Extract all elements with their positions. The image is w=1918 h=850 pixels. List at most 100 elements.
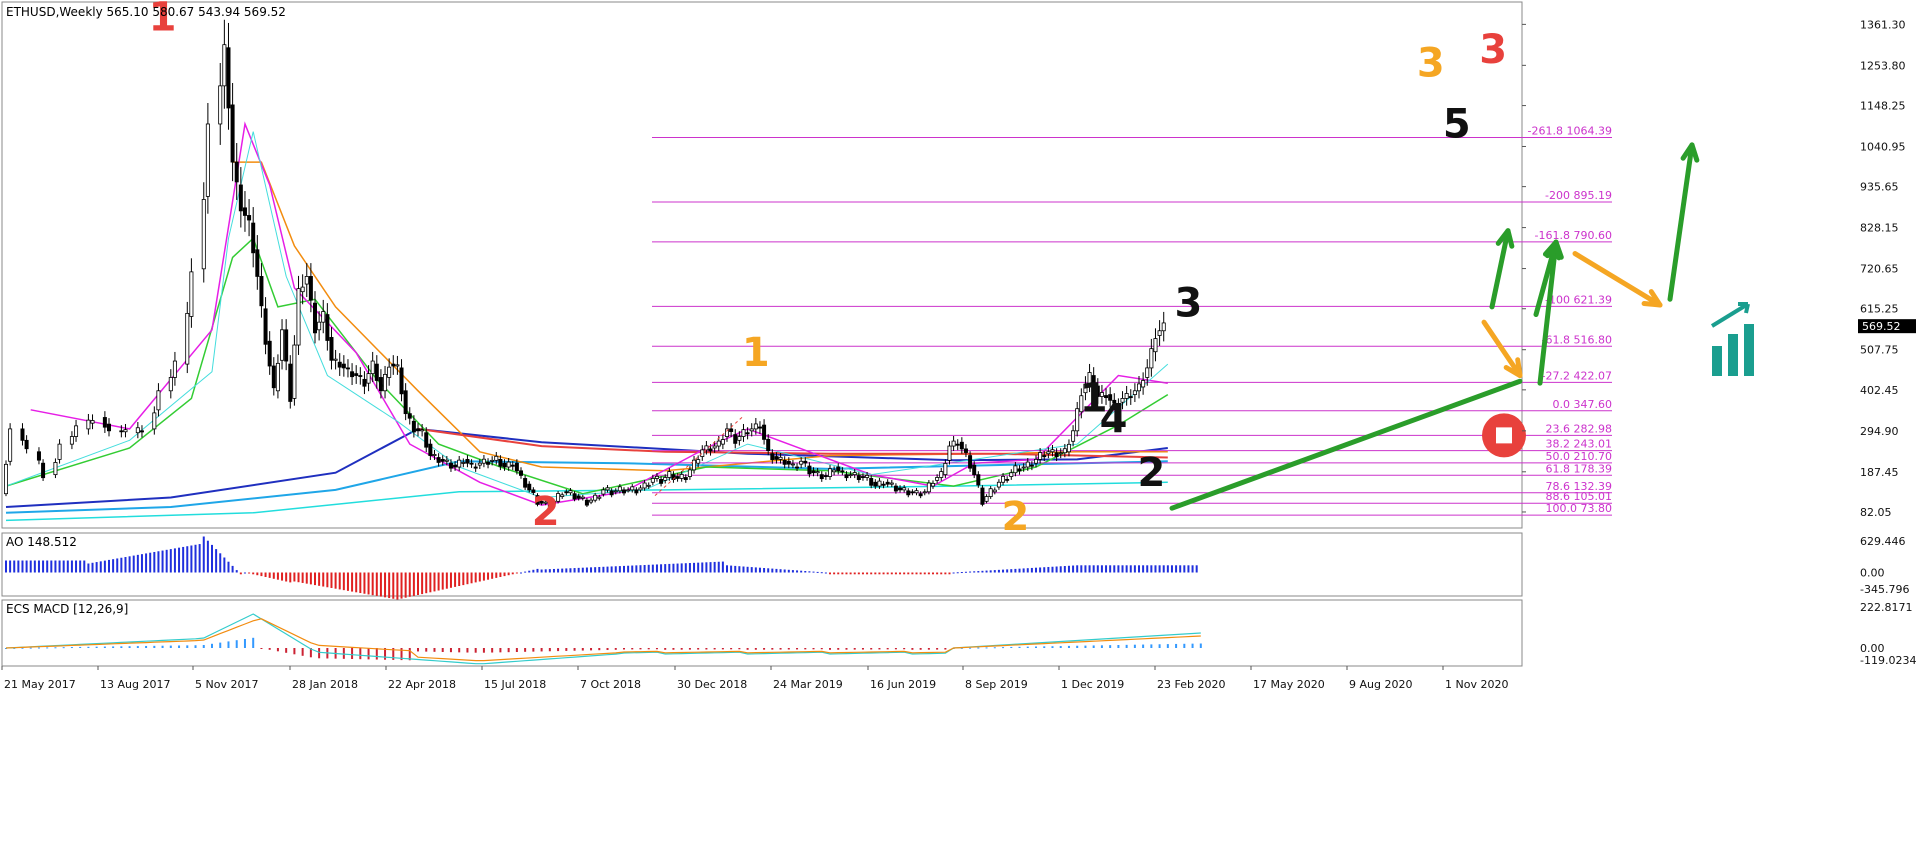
candle-body: [753, 423, 758, 430]
macd-hist-bar: [730, 648, 733, 650]
candle-body: [1128, 396, 1133, 399]
ao-bar: [800, 570, 803, 573]
wave-label: 5: [1443, 101, 1471, 147]
ao-bar: [647, 564, 650, 573]
candle-body: [234, 161, 239, 183]
ao-bar: [1014, 568, 1017, 573]
candle-body: [836, 466, 841, 472]
ao-bar: [375, 572, 378, 596]
ao-scale-label: 629.446: [1860, 535, 1906, 548]
ao-bar: [623, 565, 625, 573]
ao-panel-border: [1, 532, 1523, 597]
ao-bar: [775, 568, 778, 573]
price-tick-label: 1253.80: [1860, 59, 1906, 72]
macd-hist-bar: [367, 648, 370, 660]
ao-bar: [334, 572, 337, 589]
ao-bar: [602, 566, 605, 573]
macd-hist-bar: [417, 648, 419, 652]
macd-hist-bar: [211, 643, 213, 648]
ao-bar: [417, 572, 419, 595]
ao-bar: [857, 572, 860, 575]
candle-body: [152, 412, 157, 430]
candle-body: [267, 340, 272, 367]
candle-body: [189, 271, 194, 317]
date-tick-label: 1 Dec 2019: [1061, 678, 1124, 691]
candle-body: [1017, 468, 1022, 472]
ao-bar: [763, 568, 766, 573]
candle-body: [469, 462, 474, 465]
date-tick-label: 17 May 2020: [1253, 678, 1325, 691]
date-tick-label: 22 Apr 2018: [388, 678, 456, 691]
candle-body: [712, 445, 717, 449]
macd-hist-bar: [136, 646, 139, 648]
candle-body: [238, 184, 243, 212]
ao-bar: [1018, 568, 1021, 573]
ao-bar: [487, 572, 490, 580]
candle-body: [869, 478, 874, 486]
candle-body: [910, 491, 915, 494]
ao-bar: [676, 563, 679, 573]
ao-bar: [866, 572, 869, 575]
ao-bar: [470, 572, 473, 584]
macd-hist-bar: [647, 648, 650, 650]
candle-body: [988, 488, 993, 497]
ao-bar: [124, 557, 127, 573]
candle-body: [457, 459, 462, 468]
ao-bar: [511, 572, 514, 575]
ao-bar: [412, 572, 415, 596]
macd-hist-bar: [927, 648, 930, 650]
ao-bar: [1084, 565, 1087, 573]
ao-bar: [915, 572, 918, 575]
ao-bar: [1154, 565, 1157, 573]
ao-bar: [384, 572, 387, 598]
trading-chart[interactable]: -261.8 1064.39 -200 895.19 -161.8 790.60 -1…: [0, 0, 1918, 850]
ao-bar: [969, 571, 972, 573]
ao-bar: [627, 565, 630, 573]
fib-label: 0.0 347.60: [1553, 398, 1612, 411]
ao-bar: [812, 571, 815, 573]
candle-body: [370, 360, 375, 375]
macd-hist-bar: [573, 648, 576, 651]
ao-bar: [108, 559, 110, 573]
macd-hist-bar: [1183, 643, 1186, 648]
candle-body: [770, 453, 775, 460]
ao-bar: [746, 566, 749, 573]
macd-hist-bar: [87, 646, 90, 648]
ao-bar: [215, 549, 218, 573]
candle-body: [823, 475, 828, 477]
candle-body: [947, 445, 952, 461]
candle-body: [119, 430, 124, 433]
ao-bar: [503, 572, 506, 577]
macd-hist-bar: [499, 648, 502, 653]
candle-body: [1058, 452, 1063, 455]
candle-body: [576, 495, 581, 499]
candle-body: [333, 358, 338, 361]
fib-label: 23.6 282.98: [1546, 422, 1612, 435]
macd-hist-bar: [721, 648, 724, 650]
candle-body: [399, 367, 404, 395]
fib-label: 38.2 243.01: [1546, 438, 1612, 451]
macd-hist-bar: [787, 648, 790, 650]
ao-bar: [688, 563, 691, 573]
ao-bar: [441, 572, 444, 590]
candle-body: [123, 429, 128, 433]
ao-bar: [927, 572, 930, 575]
ao-bar: [1121, 565, 1124, 573]
ao-bar: [276, 572, 279, 580]
ao-bar: [235, 570, 238, 573]
macd-hist-bar: [680, 648, 683, 650]
macd-hist-bar: [268, 648, 271, 650]
candle-body: [898, 487, 903, 491]
ao-bar: [639, 565, 642, 573]
candle-body: [786, 460, 791, 465]
ao-bar: [116, 558, 119, 573]
macd-hist-bar: [631, 648, 634, 650]
macd-hist-bar: [903, 648, 906, 650]
macd-hist-bar: [120, 646, 123, 648]
macd-hist-bar: [219, 642, 222, 648]
ao-bar: [738, 566, 741, 573]
ao-bar: [1142, 565, 1145, 573]
ao-bar: [1187, 565, 1190, 573]
candle-body: [1013, 465, 1018, 474]
candle-body: [856, 475, 861, 480]
